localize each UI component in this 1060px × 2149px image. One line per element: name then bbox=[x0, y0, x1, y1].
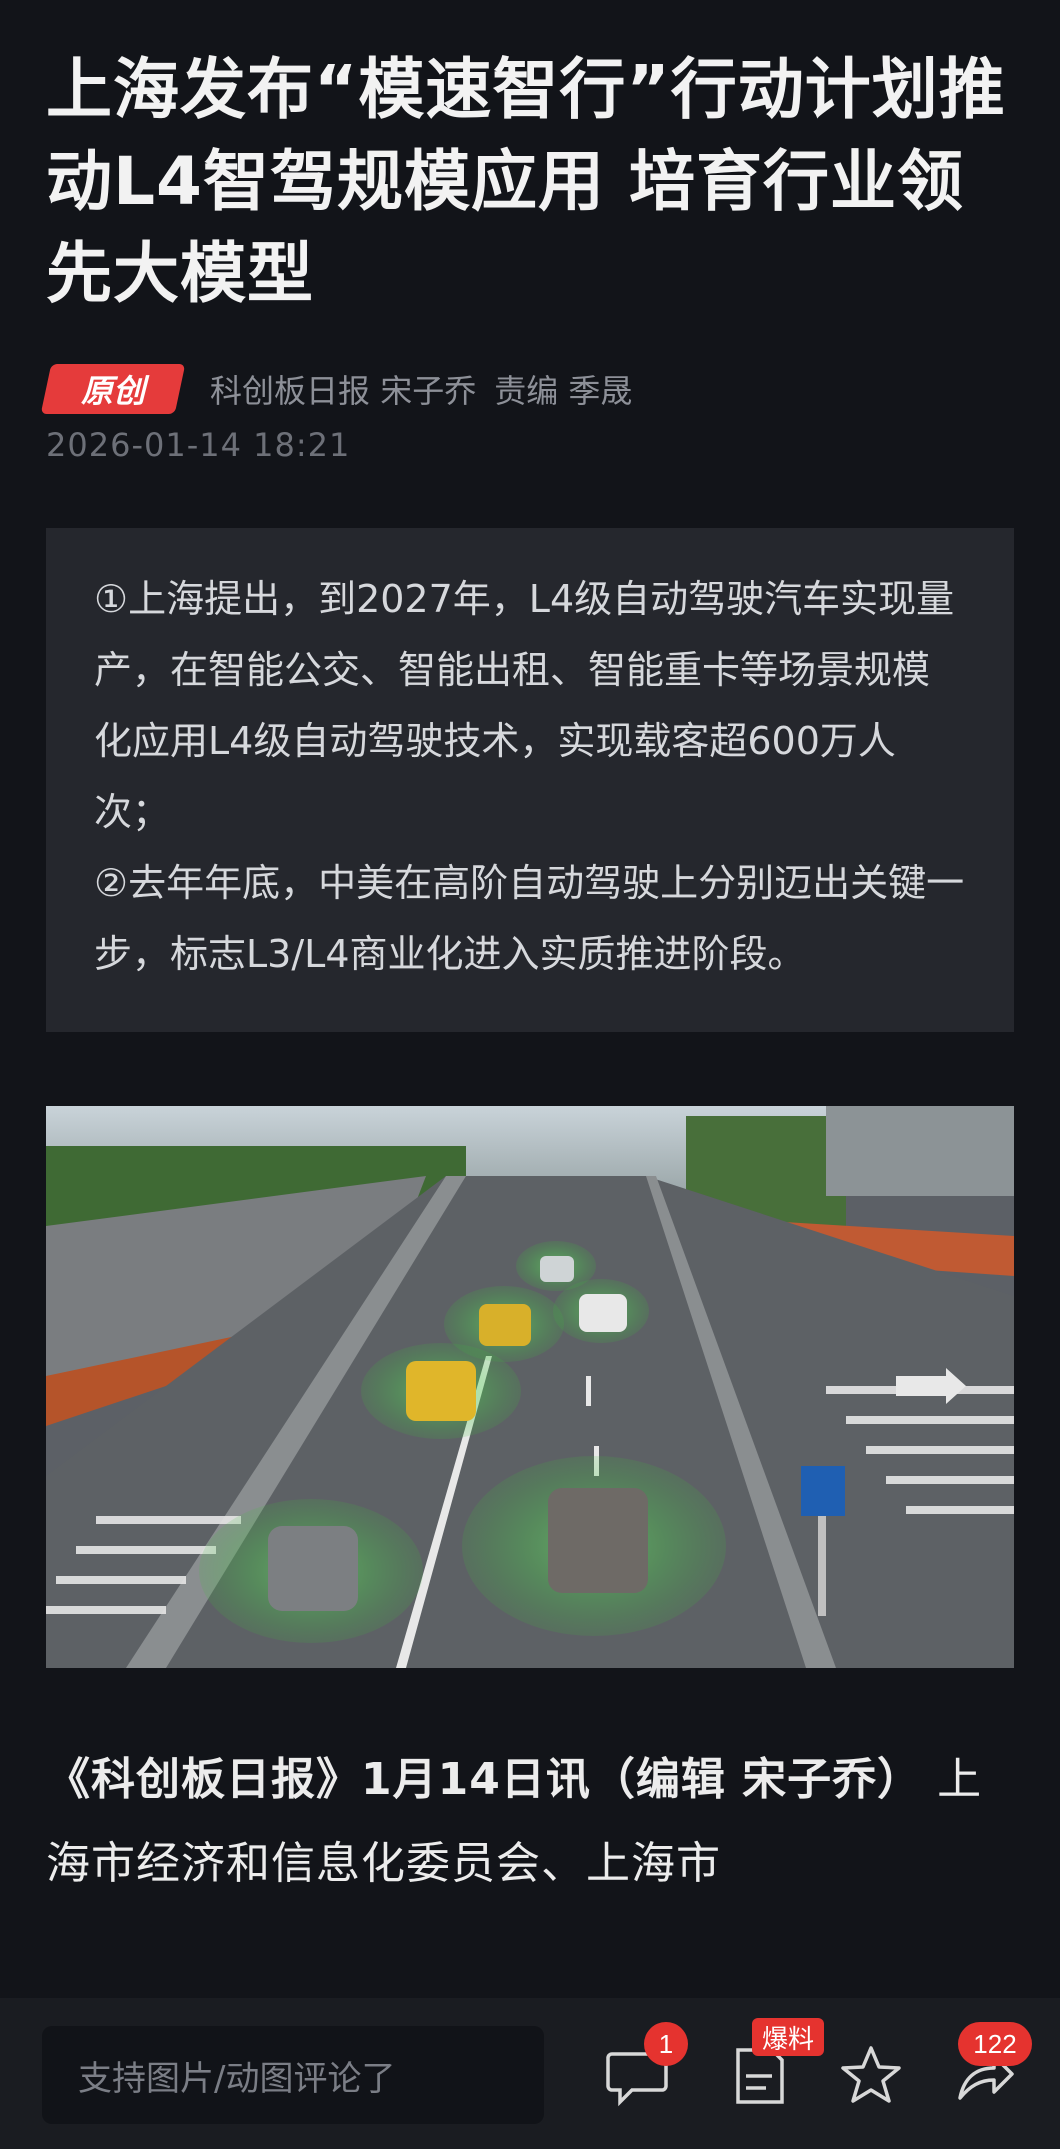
road-illustration bbox=[46, 1106, 1014, 1668]
article-summary: ①上海提出，到2027年，L4级自动驾驶汽车实现量产，在智能公交、智能出租、智能… bbox=[46, 528, 1014, 1032]
report-label-badge: 爆料 bbox=[752, 2018, 825, 2056]
original-badge: 原创 bbox=[40, 364, 186, 414]
article-title: 上海发布“模速智行”行动计划推动L4智驾规模应用 培育行业领先大模型 bbox=[46, 51, 1006, 312]
editor-name: 季晟 bbox=[568, 372, 633, 410]
summary-point-1: ①上海提出，到2027年，L4级自动驾驶汽车实现量产，在智能公交、智能出租、智能… bbox=[94, 577, 955, 834]
source-name[interactable]: 科创板日报 bbox=[210, 372, 370, 410]
author-name: 宋子乔 bbox=[380, 372, 477, 410]
byline: 科创板日报 宋子乔 责编 季晟 bbox=[210, 366, 632, 412]
article-meta: 原创 科创板日报 宋子乔 责编 季晟 bbox=[40, 362, 1014, 416]
article-lead: 《科创板日报》1月14日讯（编辑 宋子乔） 上海市经济和信息化委员会、上海市 bbox=[46, 1738, 1014, 1906]
article: 上海发布“模速智行”行动计划推动L4智驾规模应用 培育行业领先大模型 原创 科创… bbox=[40, 44, 1014, 1906]
bottom-action-bar: 支持图片/动图评论了 1 爆料 122 bbox=[0, 1998, 1060, 2149]
comment-count-badge: 1 bbox=[644, 2022, 688, 2066]
article-image-autonomous-cars[interactable] bbox=[46, 1106, 1014, 1668]
comment-input[interactable]: 支持图片/动图评论了 bbox=[42, 2026, 544, 2124]
editor-label: 责编 bbox=[494, 372, 559, 410]
star-icon[interactable] bbox=[838, 2042, 904, 2108]
summary-point-2: ②去年年底，中美在高阶自动驾驶上分别迈出关键一步，标志L3/L4商业化进入实质推… bbox=[94, 861, 965, 976]
publish-datetime: 2026-01-14 18:21 bbox=[46, 426, 351, 464]
lead-dateline: 《科创板日报》1月14日讯（编辑 宋子乔） bbox=[46, 1754, 923, 1805]
share-count-badge: 122 bbox=[958, 2022, 1032, 2066]
